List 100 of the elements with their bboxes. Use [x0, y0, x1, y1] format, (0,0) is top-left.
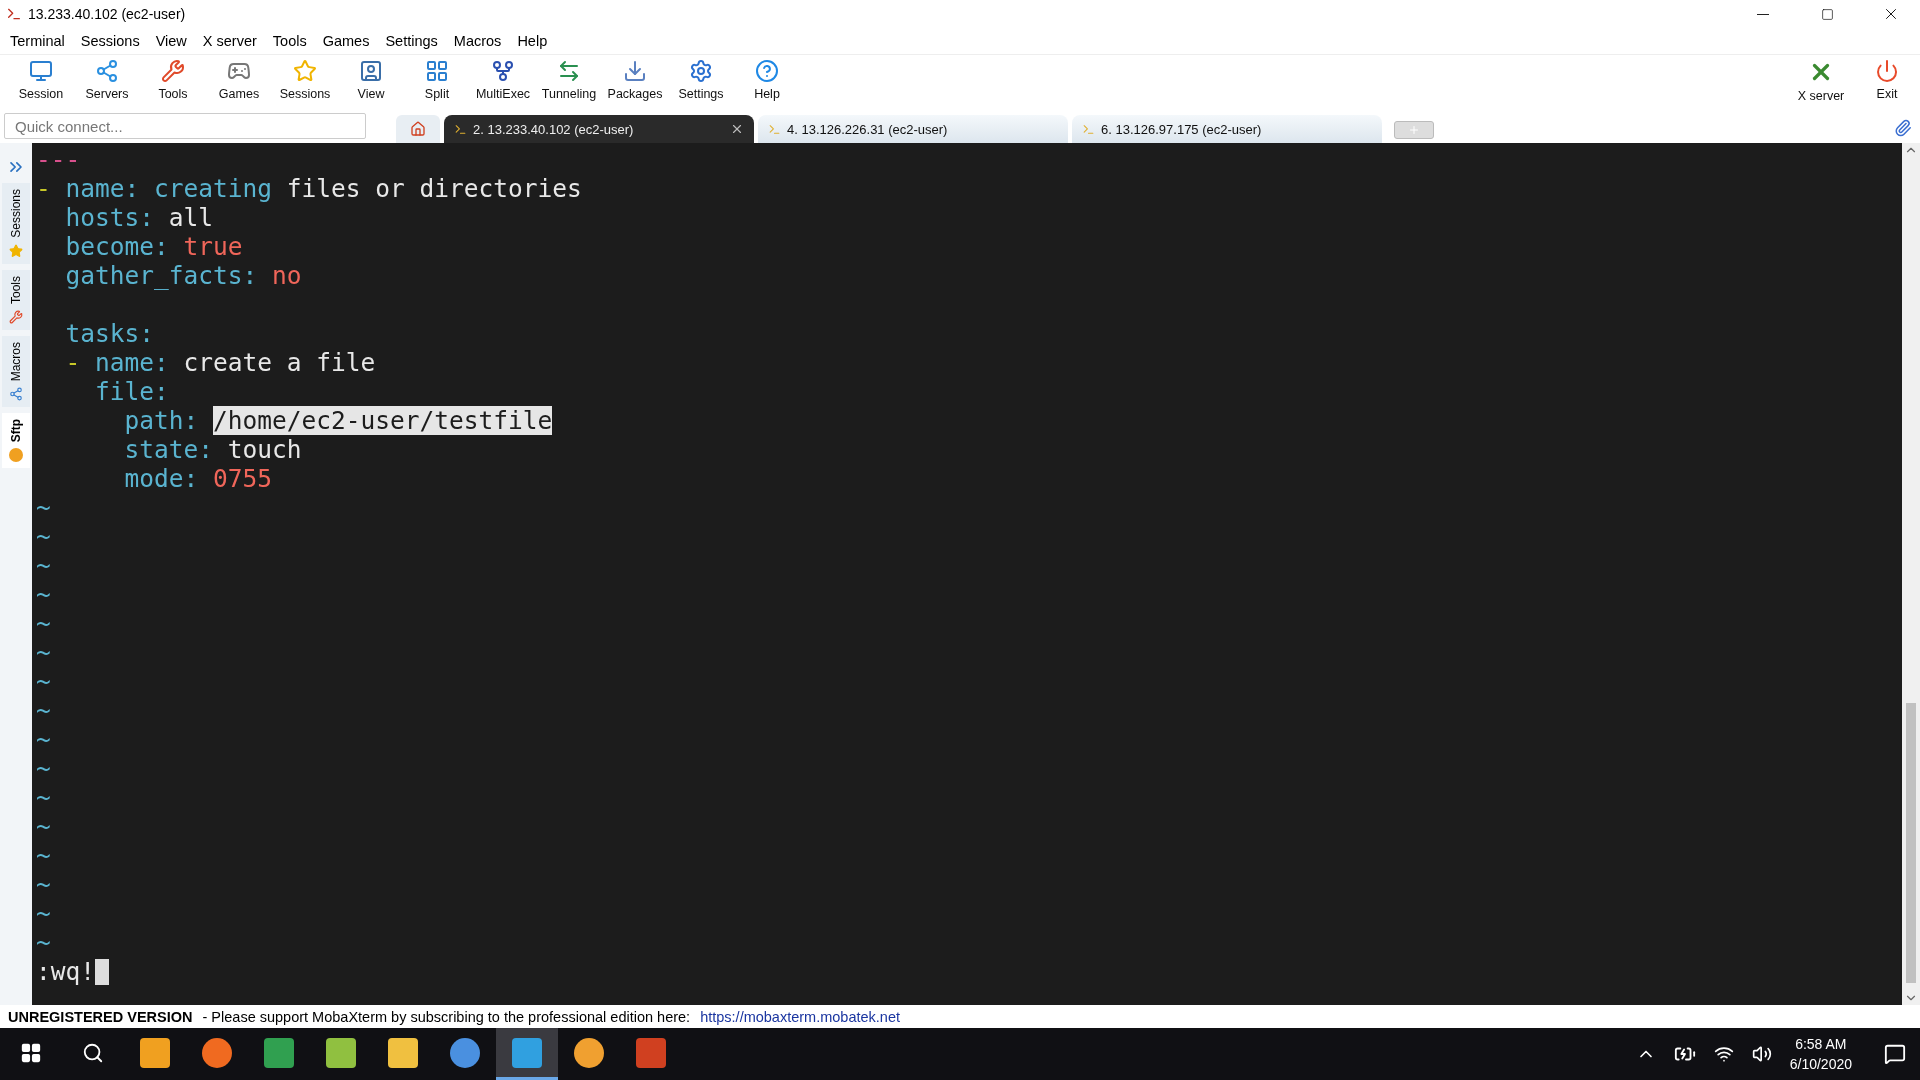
wrench-icon [9, 309, 23, 324]
restore-icon [1820, 7, 1834, 21]
windows-icon [20, 1041, 42, 1064]
side-tab[interactable]: Macros [2, 335, 30, 408]
toolbar-button[interactable]: View [338, 55, 404, 107]
code-text: - [64, 348, 82, 377]
quick-connect-field[interactable]: Quick connect... [4, 113, 366, 139]
terminal-icon [768, 122, 781, 136]
empty-line-marker: ~ [36, 870, 51, 899]
scrollbar[interactable] [1902, 143, 1920, 1005]
code-text: create a file [183, 348, 376, 377]
toolbar-button[interactable]: Games [206, 55, 272, 107]
side-tab[interactable]: Sftp [2, 413, 30, 469]
support-message: - Please support MobaXterm by subscribing to the professional edition here: [202, 1008, 691, 1025]
speaker-icon[interactable] [1751, 1044, 1772, 1064]
menu-item[interactable]: Terminal [2, 33, 73, 49]
code-text: - [36, 174, 52, 203]
code-text: name: creating [65, 174, 274, 203]
session-tab[interactable]: 2. 13.233.40.102 (ec2-user) [444, 115, 754, 143]
code-text: true [183, 232, 243, 261]
app-icon [388, 1037, 418, 1068]
session-tab[interactable]: 4. 13.126.226.31 (ec2-user) [758, 115, 1068, 143]
app-icon [6, 6, 22, 22]
empty-line-marker: ~ [36, 841, 51, 870]
code-text: gather_facts: [64, 261, 259, 290]
side-tab[interactable]: Sessions [2, 183, 30, 264]
scroll-thumb[interactable] [1906, 703, 1916, 983]
empty-line-marker: ~ [36, 638, 51, 667]
code-text: state: [123, 435, 214, 464]
app-icon [202, 1037, 232, 1068]
menu-item[interactable]: View [147, 33, 195, 49]
toolbar-button[interactable]: X server [1788, 55, 1854, 107]
menu-item[interactable]: X server [194, 33, 265, 49]
menu-item[interactable]: Help [509, 33, 556, 49]
menu-item[interactable]: Games [314, 33, 378, 49]
settings-icon [689, 59, 713, 83]
toolbar-button[interactable]: Packages [602, 55, 668, 107]
app-icon [326, 1037, 356, 1068]
taskbar-app[interactable] [496, 1028, 558, 1080]
toolbar-button[interactable]: MultiExec [470, 55, 536, 107]
toolbar-button[interactable]: Servers [74, 55, 140, 107]
monitor-icon [29, 59, 53, 83]
toolbar-button[interactable]: Exit [1854, 55, 1920, 107]
toolbar-button[interactable]: Session [8, 55, 74, 107]
edition-label: UNREGISTERED VERSION [8, 1008, 193, 1025]
code-text: tasks: [64, 319, 154, 348]
app-icon [512, 1037, 542, 1068]
star-icon [9, 243, 23, 258]
website-link[interactable]: https://mobaxterm.mobatek.net [700, 1008, 900, 1025]
clock-time[interactable]: 6:58 AM [1795, 1036, 1847, 1052]
code-text: mode: [123, 464, 200, 493]
code-text: no [272, 261, 302, 290]
terminal-icon [454, 122, 467, 136]
fork-icon [491, 59, 515, 83]
toolbar-button[interactable]: Help [734, 55, 800, 107]
network-icon [95, 59, 119, 83]
empty-line-marker: ~ [36, 899, 51, 928]
app-icon [636, 1037, 666, 1068]
paperclip-icon[interactable] [1894, 119, 1912, 137]
empty-line-marker: ~ [36, 493, 51, 522]
toolbar-button[interactable]: Tunneling [536, 55, 602, 107]
side-tab[interactable]: Tools [2, 269, 30, 330]
notification-icon[interactable] [1884, 1043, 1906, 1065]
command-text: :wq! [36, 957, 95, 986]
help-icon [755, 59, 779, 83]
code-text: name: [95, 348, 170, 377]
grid-icon [425, 59, 449, 83]
toolbar-button[interactable]: Split [404, 55, 470, 107]
menu-item[interactable]: Macros [445, 33, 510, 49]
code-text: hosts: [64, 203, 155, 232]
close-icon[interactable] [730, 122, 744, 136]
empty-line-marker: ~ [36, 812, 51, 841]
code-text: 0755 [213, 464, 273, 493]
plus-icon [1408, 124, 1420, 136]
power-icon [1875, 59, 1899, 83]
code-text: path: [123, 406, 200, 435]
star-icon [293, 59, 317, 83]
window-title: 13.233.40.102 (ec2-user) [28, 6, 187, 22]
empty-line-marker: ~ [36, 696, 51, 725]
code-text: all [168, 203, 214, 232]
clock-date[interactable]: 6/10/2020 [1789, 1056, 1852, 1072]
empty-line-marker: ~ [36, 783, 51, 812]
code-text: file: [94, 377, 169, 406]
empty-line-marker: ~ [36, 551, 51, 580]
toolbar-button[interactable]: Sessions [272, 55, 338, 107]
user-monitor-icon [359, 59, 383, 83]
minimize-icon [1757, 13, 1769, 15]
arrows-icon [557, 59, 581, 83]
app-icon [450, 1037, 480, 1068]
menu-item[interactable]: Sessions [72, 33, 148, 49]
menu-item[interactable]: Settings [377, 33, 446, 49]
wrench-icon [161, 59, 185, 83]
toolbar-button[interactable]: Settings [668, 55, 734, 107]
toolbar-button[interactable]: Tools [140, 55, 206, 107]
code-text: become: [64, 232, 170, 261]
app-icon [574, 1037, 604, 1068]
home-tab[interactable] [396, 115, 440, 143]
session-tab[interactable]: 6. 13.126.97.175 (ec2-user) [1072, 115, 1382, 143]
wifi-icon[interactable] [1713, 1044, 1734, 1064]
menu-item[interactable]: Tools [264, 33, 315, 49]
